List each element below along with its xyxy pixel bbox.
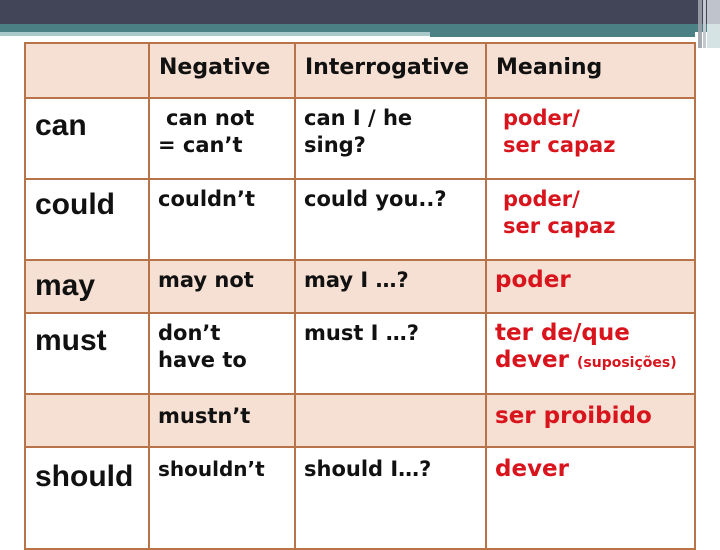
verb-cell: should — [24, 446, 150, 550]
meaning-cell: dever — [485, 446, 696, 550]
meaning-line: ser proibido — [495, 403, 652, 429]
meaning-line: ser capaz — [503, 133, 616, 157]
header-cell-empty — [24, 42, 150, 99]
negative-cell: couldn’t — [148, 178, 296, 261]
meaning-cell: poder — [485, 259, 696, 314]
header-negative: Negative — [159, 55, 271, 80]
negative-cell: don’t have to — [148, 312, 296, 395]
meaning-cell: ter de/que dever (suposições) — [485, 312, 696, 395]
verb-cell — [24, 393, 150, 448]
negative-line: couldn’t — [158, 187, 256, 211]
interrogative-line: should I…? — [304, 457, 432, 481]
negative-cell: may not — [148, 259, 296, 314]
table-header-row: Negative Interrogative Meaning — [24, 42, 696, 99]
negative-line: shouldn’t — [158, 457, 265, 481]
negative-line: = can’t — [158, 133, 243, 157]
meaning-line: poder — [495, 267, 571, 293]
slide-accent-bar-light — [0, 32, 430, 36]
interrogative-cell: must I …? — [294, 312, 487, 395]
interrogative-cell: can I / he sing? — [294, 97, 487, 180]
meaning-word: dever — [495, 347, 569, 373]
interrogative-cell: may I …? — [294, 259, 487, 314]
verb-label: could — [35, 188, 115, 221]
negative-line: have to — [158, 348, 247, 372]
meaning-line: poder/ — [503, 187, 580, 211]
table-row: may may not may I …? poder — [24, 259, 696, 314]
slide-accent-bar-right — [430, 32, 695, 37]
table-row: could couldn’t could you..? poder/ ser c… — [24, 178, 696, 261]
header-cell-interrogative: Interrogative — [294, 42, 487, 99]
negative-cell: shouldn’t — [148, 446, 296, 550]
verb-label: may — [35, 269, 96, 302]
header-cell-meaning: Meaning — [485, 42, 696, 99]
verb-cell: may — [24, 259, 150, 314]
negative-line: don’t — [158, 321, 221, 345]
negative-line: may not — [158, 268, 254, 292]
meaning-cell: poder/ ser capaz — [485, 178, 696, 261]
interrogative-line: must I …? — [304, 321, 419, 345]
header-interrogative: Interrogative — [305, 55, 470, 80]
verb-label: can — [35, 109, 87, 142]
meaning-line: dever (suposições) — [487, 347, 694, 377]
table-row: must don’t have to must I …? ter de/que … — [24, 312, 696, 395]
interrogative-line: could you..? — [304, 187, 447, 211]
meaning-line: poder/ — [503, 106, 580, 130]
negative-line: mustn’t — [158, 404, 251, 428]
slide-corner-decoration — [707, 24, 720, 48]
header-cell-negative: Negative — [148, 42, 296, 99]
meaning-line: dever — [495, 456, 569, 482]
interrogative-line: sing? — [304, 133, 366, 157]
slide-corner-decoration — [703, 0, 706, 48]
table-row: mustn’t ser proibido — [24, 393, 696, 448]
meaning-cell: poder/ ser capaz — [485, 97, 696, 180]
interrogative-line: can I / he — [304, 106, 413, 130]
verb-cell: must — [24, 312, 150, 395]
verb-label: should — [35, 460, 134, 493]
table-row: can can not = can’t can I / he sing? pod… — [24, 97, 696, 180]
table-row: should shouldn’t should I…? dever — [24, 446, 696, 550]
interrogative-line — [296, 395, 485, 401]
header-meaning: Meaning — [496, 55, 603, 80]
verb-cell: could — [24, 178, 150, 261]
modal-verbs-table: Negative Interrogative Meaning can can n… — [24, 42, 696, 550]
meaning-cell: ser proibido — [485, 393, 696, 448]
interrogative-cell — [294, 393, 487, 448]
verb-label — [26, 395, 148, 405]
slide-accent-bar — [0, 24, 720, 32]
meaning-line: ter de/que — [495, 320, 630, 346]
slide-top-bar — [0, 0, 720, 24]
verb-cell: can — [24, 97, 150, 180]
meaning-note: (suposições) — [577, 355, 677, 371]
interrogative-cell: should I…? — [294, 446, 487, 550]
negative-cell: mustn’t — [148, 393, 296, 448]
meaning-line: ser capaz — [503, 214, 616, 238]
negative-line: can not — [166, 106, 255, 130]
interrogative-cell: could you..? — [294, 178, 487, 261]
negative-cell: can not = can’t — [148, 97, 296, 180]
verb-label: must — [35, 324, 107, 357]
slide-corner-decoration — [698, 0, 702, 48]
interrogative-line: may I …? — [304, 268, 409, 292]
